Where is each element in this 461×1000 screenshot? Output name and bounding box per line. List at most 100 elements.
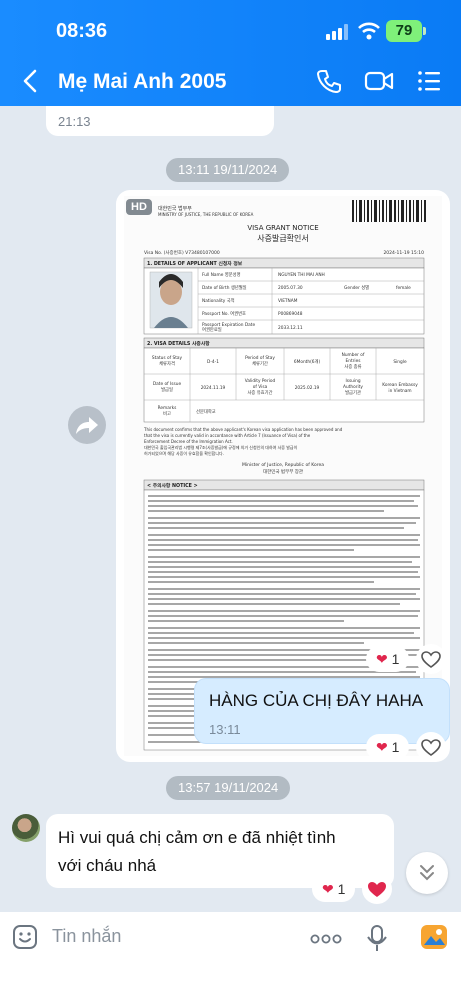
heart-filled-icon: ❤ [376,739,388,755]
react-heart-button[interactable] [416,732,446,762]
doc-visa-value-authority: Korean Embassy [382,382,418,388]
doc-visa-value-entries: Single [393,359,407,365]
doc-section1: 1. DETAILS OF APPLICANT 신청자 정보 [147,260,243,267]
svg-text:허가되었으며 해당 사증이 유효함을 확인합니다.: 허가되었으며 해당 사증이 유효함을 확인합니다. [144,450,224,456]
svg-text:사증 유효기간: 사증 유효기간 [247,389,272,396]
signal-icon [326,24,348,40]
phone-icon[interactable] [316,68,342,94]
visa-document-drawing: 대한민국 법무부 MINISTRY OF JUSTICE, THE REPUBL… [143,200,426,751]
doc-visa-label-issue: Date of Issue [153,381,182,387]
doc-visa-label-status: Status of Stay [152,355,183,361]
doc-notice-header: < 주의사항 NOTICE > [147,482,198,489]
heart-outline-icon [421,651,441,668]
share-button[interactable] [68,406,106,444]
menu-list-icon[interactable] [416,68,442,94]
gallery-icon[interactable] [420,924,448,950]
sent-message-bubble[interactable]: HÀNG CỦA CHỊ ĐÂY HAHA 13:11 [194,678,450,744]
svg-text:Entries: Entries [346,358,362,364]
double-chevron-down-icon [420,865,434,881]
message-timestamp: 21:13 [58,114,91,129]
visa-notice-image[interactable]: 대한민국 법무부 MINISTRY OF JUSTICE, THE REPUBL… [124,196,442,756]
date-separator: 13:57 19/11/2024 [166,776,291,800]
heart-filled-icon [368,882,386,897]
hd-badge[interactable]: HD [126,199,152,215]
message-list[interactable]: 21:13 13:11 19/11/2024 대한민국 법무부 MINISTRY… [0,106,461,912]
heart-outline-icon [421,739,441,756]
reaction-count: 1 [391,739,400,755]
doc-row-label-2: Nationality 국적 [202,297,235,304]
nav-bar: Mẹ Mai Anh 2005 [0,60,461,104]
doc-remarks-value: 선문대학교 [196,408,216,415]
svg-text:that the visa is currently val: that the visa is currently valid in acco… [144,433,311,438]
doc-row-label-1: Date of Birth 생년월일 [202,284,247,291]
svg-text:Authority: Authority [343,384,363,390]
doc-section2: 2. VISA DETAILS 사증사항 [147,340,210,347]
doc-visa-no: Visa No. (사증번호) V73480107000 [144,249,220,256]
svg-text:체류자격: 체류자격 [159,360,175,367]
chat-title[interactable]: Mẹ Mai Anh 2005 [58,70,226,94]
message-text: HÀNG CỦA CHỊ ĐÂY HAHA [209,691,424,710]
image-reaction-summary[interactable]: ❤ 1 [366,646,410,672]
react-heart-button[interactable] [416,644,446,674]
previous-message-bubble[interactable]: 21:13 [46,106,274,136]
doc-row-label-3: Passport No. 여권번호 [202,310,246,317]
share-arrow-icon [76,417,98,434]
doc-ministry: 대한민국 법무부 [158,205,192,212]
svg-text:여권만료일: 여권만료일 [202,326,222,333]
message-text-line-2: với cháu nhá [58,856,157,875]
doc-row-value-0: NGUYEN THI MAI ANH [278,272,325,278]
sticker-icon[interactable] [12,924,38,950]
sent-reaction-summary[interactable]: ❤ 1 [366,734,410,760]
message-input[interactable]: Tin nhắn [52,926,121,947]
received-reaction-summary[interactable]: ❤ 1 [312,876,356,902]
svg-text:of Visa: of Visa [253,384,268,390]
doc-remarks-label: Remarks [158,405,178,411]
svg-text:발급기관: 발급기관 [345,389,361,396]
reaction-count: 1 [337,881,346,897]
doc-gender-value: female [396,285,411,291]
svg-text:비고: 비고 [163,410,171,417]
avatar[interactable] [12,814,40,842]
svg-text:발급일: 발급일 [161,386,173,393]
heart-filled-icon: ❤ [376,651,388,667]
video-call-icon[interactable] [364,68,394,94]
doc-statement: This document confirms that the above ap… [143,427,343,456]
more-dots-icon[interactable] [310,934,342,944]
reacted-heart-button[interactable] [362,874,392,904]
chat-header: 08:36 79 Mẹ Mai Anh 2005 [0,0,461,106]
status-time: 08:36 [56,20,108,42]
image-message[interactable]: 대한민국 법무부 MINISTRY OF JUSTICE, THE REPUBL… [116,190,450,762]
doc-gender-label: Gender 성별 [344,284,369,291]
doc-row-value-4: 2033.12.11 [278,325,303,331]
svg-text:This document confirms that th: This document confirms that the above ap… [143,427,343,432]
doc-visa-value-validity: 2025.02.19 [295,385,320,391]
doc-visa-label-entries: Number of [342,352,365,358]
wifi-icon [358,22,380,40]
message-timestamp: 13:11 [209,722,241,737]
doc-row-value-2: VIETNAM [278,298,298,304]
message-text-line-1: Hì vui quá chị cảm ơn e đã nhiệt tình [58,828,336,847]
svg-text:체류기간: 체류기간 [252,360,268,367]
battery-indicator: 79 [386,20,422,42]
heart-filled-icon: ❤ [322,881,334,897]
scroll-to-bottom-button[interactable] [406,852,448,894]
doc-row-label-0: Full Name 영문성명 [202,271,241,278]
svg-text:MINISTRY OF JUSTICE, THE REPUB: MINISTRY OF JUSTICE, THE REPUBLIC OF KOR… [158,212,254,217]
reaction-count: 1 [391,651,400,667]
doc-visa-label-period: Period of Stay [245,355,275,361]
doc-title-ko: 사증발급확인서 [257,233,309,243]
battery-tip [423,27,426,35]
doc-visa-value-issue: 2024.11.19 [201,385,226,391]
svg-text:사증 종류: 사증 종류 [344,363,361,370]
message-input-bar: Tin nhắn [0,912,461,1000]
back-arrow-icon[interactable] [20,68,42,94]
doc-title-en: VISA GRANT NOTICE [247,224,318,232]
svg-text:대한민국 출입국관리법 시행령 제7조(사증발급)에 규정에: 대한민국 출입국관리법 시행령 제7조(사증발급)에 규정에 의거 신청인의 대… [144,444,298,450]
svg-text:대한민국 법무부 장관: 대한민국 법무부 장관 [263,468,303,475]
svg-text:Enforcement Decree of the Immi: Enforcement Decree of the Immigration Ac… [144,439,233,444]
doc-row-value-3: P00869048 [278,311,303,317]
doc-visa-label-validity: Validity Period [245,378,276,384]
microphone-icon[interactable] [366,924,388,952]
doc-visa-value-status: D-4-1 [207,359,219,365]
doc-visa-value-period: 6Month(6개) [294,358,321,365]
